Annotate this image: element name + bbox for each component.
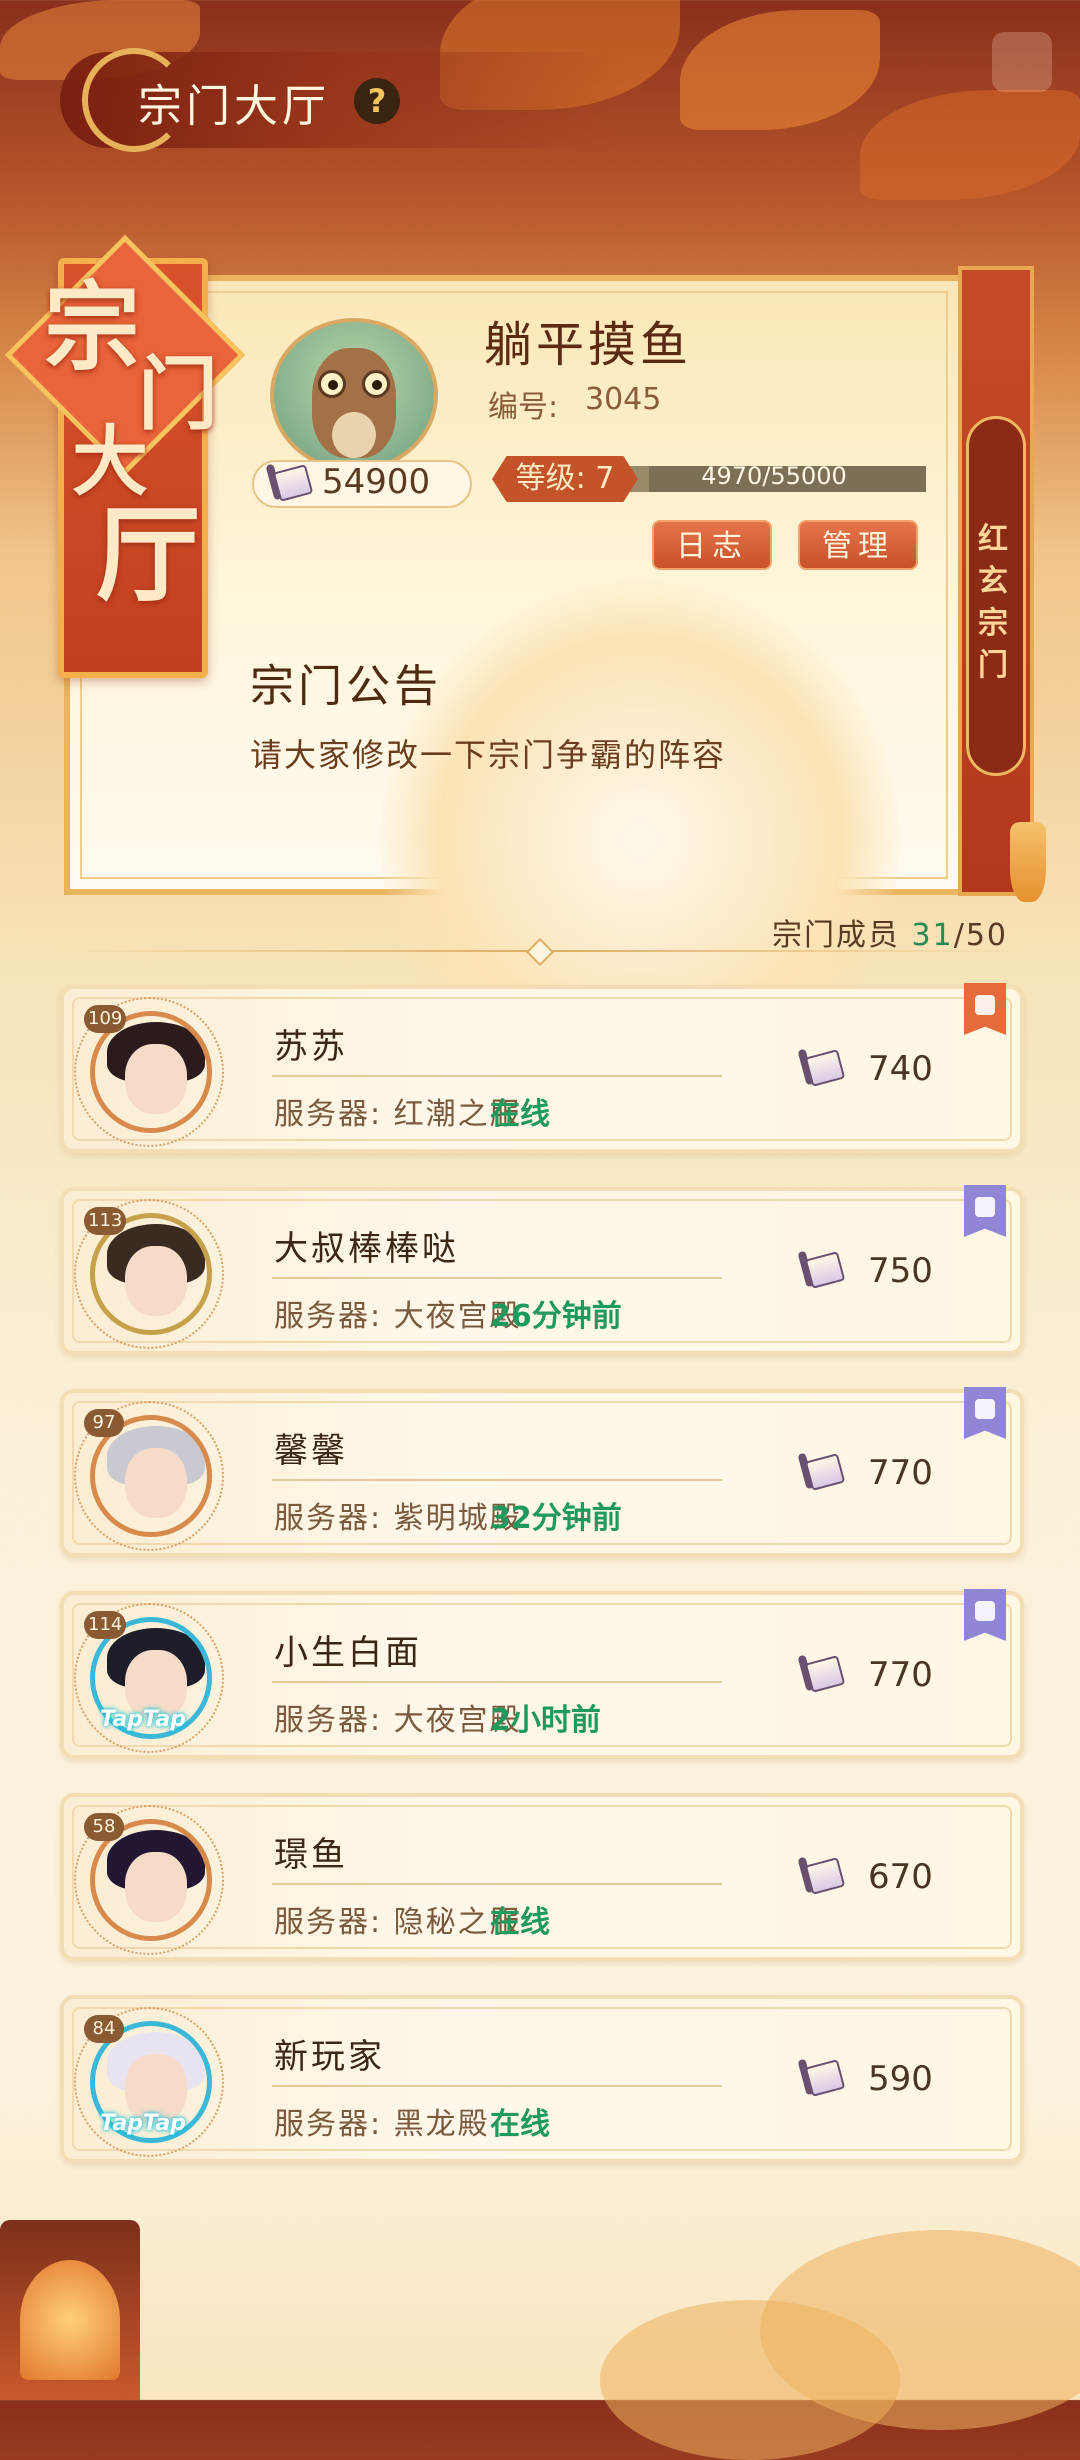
player-avatar[interactable]	[270, 318, 438, 472]
member-name: 新玩家	[274, 2037, 385, 2077]
member-name: 璟鱼	[274, 1835, 348, 1875]
menu-button[interactable]	[992, 32, 1052, 92]
contribution-scroll-icon	[797, 1855, 848, 1895]
member-server: 服务器: 红潮之服	[274, 1089, 522, 1133]
member-server-text: 服务器: 黑龙殿	[274, 2107, 490, 2142]
members-label: 宗门成员	[771, 918, 900, 953]
owl-eye	[318, 370, 346, 398]
members-header: 宗门成员 31/50	[772, 910, 1008, 954]
member-role-badge-icon	[964, 1387, 1006, 1439]
member-name: 大叔棒棒哒	[274, 1229, 459, 1269]
member-status: 2小时前	[490, 1703, 601, 1738]
contribution-scroll-icon	[797, 1249, 848, 1289]
member-avatar-face	[125, 1852, 187, 1922]
cloud-decor	[600, 2300, 900, 2460]
member-contribution: 750	[868, 1251, 933, 1291]
autumn-leaf-decor	[860, 90, 1080, 200]
member-divider	[272, 1883, 722, 1885]
member-server-text: 服务器: 隐秘之	[274, 1905, 490, 1940]
notice-text: 请大家修改一下宗门争霸的阵容	[250, 736, 727, 774]
member-divider	[272, 1681, 722, 1683]
level-badge: 等级: 7	[492, 456, 638, 502]
member-server-text: 服务器: 紫明城	[274, 1501, 490, 1536]
tassel-decor	[1010, 822, 1046, 902]
member-divider	[272, 1075, 722, 1077]
guild-name-char-3: 宗	[978, 606, 1008, 641]
notice-title: 宗门公告	[250, 661, 442, 712]
member-status: 26分钟前	[490, 1299, 622, 1334]
contribution-scroll-icon	[797, 1653, 848, 1693]
member-divider	[272, 1277, 722, 1279]
member-row[interactable]: 114 TapTap 小生白面 服务器: 大夜宫殿 2小时前 770	[60, 1589, 1024, 1759]
member-divider	[272, 2085, 722, 2087]
member-contribution: 770	[868, 1453, 933, 1493]
member-avatar-face	[125, 1448, 187, 1518]
member-row[interactable]: 58 璟鱼 服务器: 隐秘之服 在线 670	[60, 1793, 1024, 1961]
member-role-badge-icon	[964, 1589, 1006, 1641]
xp-text: 4970/55000	[701, 462, 847, 490]
owl-belly	[332, 412, 376, 458]
member-row[interactable]: 97 馨馨 服务器: 紫明城殿 32分钟前 770	[60, 1387, 1024, 1557]
player-name: 躺平摸鱼	[484, 317, 693, 373]
member-server-text: 服务器: 大夜宫	[274, 1703, 490, 1738]
members-online-count: 31	[911, 918, 954, 953]
taptap-badge: TapTap	[100, 2111, 186, 2136]
guild-currency-value: 54900	[322, 462, 431, 502]
member-contribution: 770	[868, 1655, 933, 1695]
banner-char-1: 宗	[44, 271, 140, 384]
member-server: 服务器: 大夜宫殿	[274, 1291, 522, 1335]
guild-name-char-2: 玄	[978, 564, 1008, 599]
log-button[interactable]: 日志	[652, 520, 772, 570]
guild-name-char-4: 门	[978, 648, 1008, 683]
member-server-text: 服务器: 红潮之	[274, 1097, 490, 1132]
member-name: 小生白面	[274, 1633, 422, 1673]
member-name: 苏苏	[274, 1027, 348, 1067]
member-contribution: 740	[868, 1049, 933, 1089]
player-id-label: 编号:	[488, 390, 559, 425]
member-avatar-face	[125, 1246, 187, 1316]
banner-char-4: 厅	[96, 493, 201, 616]
member-level-badge: 114	[84, 1611, 127, 1639]
autumn-leaf-decor	[680, 10, 880, 130]
member-server: 服务器: 隐秘之服	[274, 1897, 522, 1941]
manage-button[interactable]: 管理	[798, 520, 918, 570]
member-server: 服务器: 黑龙殿	[274, 2099, 490, 2143]
member-status: 32分钟前	[490, 1501, 622, 1536]
contribution-scroll-icon	[797, 1047, 848, 1087]
member-level-badge: 109	[84, 1005, 127, 1033]
lantern-window	[20, 2260, 120, 2380]
member-status: 在线	[490, 1097, 550, 1132]
member-level-badge: 97	[84, 1409, 124, 1437]
member-contribution: 670	[868, 1857, 933, 1897]
member-server: 服务器: 紫明城殿	[274, 1493, 522, 1537]
member-role-badge-icon	[964, 983, 1006, 1035]
member-name: 馨馨	[274, 1431, 348, 1471]
taptap-badge: TapTap	[100, 1707, 186, 1732]
member-divider	[272, 1479, 722, 1481]
contribution-scroll-icon	[797, 2057, 848, 2097]
member-row[interactable]: 113 大叔棒棒哒 服务器: 大夜宫殿 26分钟前 750	[60, 1185, 1024, 1355]
contribution-scroll-icon	[797, 1451, 848, 1491]
guild-name-char-1: 红	[978, 522, 1008, 557]
banner-char-2: 门	[138, 347, 218, 441]
member-role-badge-icon	[964, 1185, 1006, 1237]
scroll-icon	[265, 462, 316, 502]
members-total-count: /50	[953, 918, 1008, 953]
member-level-badge: 84	[84, 2015, 124, 2043]
help-button[interactable]: ?	[354, 78, 400, 124]
member-row[interactable]: 109 苏苏 服务器: 红潮之服 在线 740	[60, 983, 1024, 1153]
page-title: 宗门大厅	[138, 81, 330, 132]
owl-eye	[362, 370, 390, 398]
member-status: 在线	[490, 2107, 550, 2142]
member-level-badge: 113	[84, 1207, 127, 1235]
player-id-value: 3045	[585, 382, 662, 417]
member-server-text: 服务器: 大夜宫	[274, 1299, 490, 1334]
member-row[interactable]: 84 TapTap 新玩家 服务器: 黑龙殿 在线 590	[60, 1995, 1024, 2163]
member-server: 服务器: 大夜宫殿	[274, 1695, 522, 1739]
member-contribution: 590	[868, 2059, 933, 2099]
member-avatar-face	[125, 1044, 187, 1114]
member-status: 在线	[490, 1905, 550, 1940]
member-level-badge: 58	[84, 1813, 124, 1841]
